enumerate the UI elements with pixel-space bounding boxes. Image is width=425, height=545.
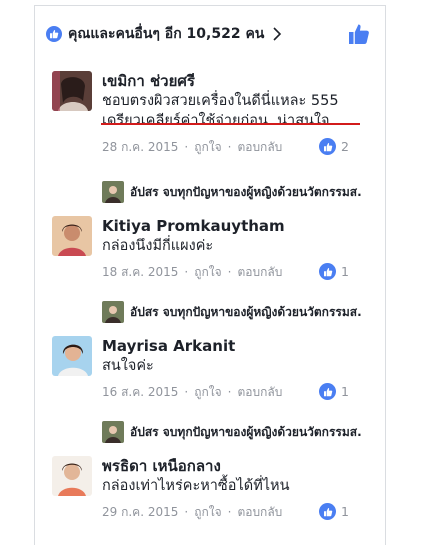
reply-link[interactable]: ตอบกลับ xyxy=(237,503,282,522)
avatar[interactable] xyxy=(52,336,92,376)
comment-text-line: ชอบตรงผิวสวยเครื่องในดีนี่แหละ 555 xyxy=(102,93,339,109)
comment-author[interactable]: Kitiya Promkauytham xyxy=(102,216,382,236)
comment-meta: 28 ก.ค. 2015 · ถูกใจ · ตอบกลับ 2 xyxy=(102,137,382,157)
like-icon xyxy=(319,138,336,155)
comment-date[interactable]: 29 ก.ค. 2015 xyxy=(102,503,178,522)
reaction-count[interactable]: 1 xyxy=(319,263,349,280)
panel-border-top xyxy=(34,5,386,6)
separator-dot: · xyxy=(184,505,189,519)
comment-text-line: กล่องนึงมีกี่แผงค่ะ xyxy=(102,238,214,254)
reply-preview-text: อัปสร จบทุกปัญหาของผู้หญิงด้วยนวัตกรรมส. xyxy=(130,184,362,199)
reply-preview-text: อัปสร จบทุกปัญหาของผู้หญิงด้วยนวัตกรรมส. xyxy=(130,424,362,439)
comment-meta: 29 ก.ค. 2015 · ถูกใจ · ตอบกลับ 1 xyxy=(102,502,382,522)
separator-dot: · xyxy=(227,505,232,519)
like-icon xyxy=(319,503,336,520)
comment-author[interactable]: เขมิกา ช่วยศรี xyxy=(102,71,382,91)
separator-dot: · xyxy=(184,385,189,399)
comment-meta: 16 ส.ค. 2015 · ถูกใจ · ตอบกลับ 1 xyxy=(102,382,382,402)
avatar xyxy=(102,181,124,203)
comment-author[interactable]: Mayrisa Arkanit xyxy=(102,336,382,356)
like-link[interactable]: ถูกใจ xyxy=(194,263,221,282)
reply-preview[interactable]: อัปสร จบทุกปัญหาของผู้หญิงด้วยนวัตกรรมส. xyxy=(102,180,387,204)
comment-item: เขมิกา ช่วยศรี ชอบตรงผิวสวยเครื่องในดีนี… xyxy=(52,71,382,171)
separator-dot: · xyxy=(227,385,232,399)
comment-text-line: เดรียวเคลียร์ค่าใช้จ่ายก่อน. น่าสนใจ xyxy=(102,113,330,129)
reply-preview[interactable]: อัปสร จบทุกปัญหาของผู้หญิงด้วยนวัตกรรมส. xyxy=(102,420,387,444)
separator-dot: · xyxy=(227,265,232,279)
avatar xyxy=(102,301,124,323)
chevron-right-icon[interactable] xyxy=(272,27,282,41)
likes-summary-bar[interactable]: คุณและคนอื่นๆ อีก 10,522 คน xyxy=(46,20,376,48)
like-count: 2 xyxy=(341,139,349,154)
thumbs-up-icon[interactable] xyxy=(348,23,370,45)
panel-border-left xyxy=(34,5,35,545)
like-icon xyxy=(319,263,336,280)
reply-preview-text: อัปสร จบทุกปัญหาของผู้หญิงด้วยนวัตกรรมส. xyxy=(130,304,362,319)
avatar[interactable] xyxy=(52,71,92,111)
like-icon xyxy=(46,26,62,42)
reply-link[interactable]: ตอบกลับ xyxy=(237,138,282,157)
comment-meta: 18 ส.ค. 2015 · ถูกใจ · ตอบกลับ 1 xyxy=(102,262,382,282)
reply-link[interactable]: ตอบกลับ xyxy=(238,263,283,282)
comment-item: Mayrisa Arkanit สนใจค่ะ 16 ส.ค. 2015 · ถ… xyxy=(52,336,382,416)
separator-dot: · xyxy=(184,140,189,154)
reaction-count[interactable]: 1 xyxy=(319,503,349,520)
avatar[interactable] xyxy=(52,456,92,496)
like-count: 1 xyxy=(341,384,349,399)
comment-date[interactable]: 28 ก.ค. 2015 xyxy=(102,138,178,157)
like-count: 1 xyxy=(341,264,349,279)
comment-date[interactable]: 18 ส.ค. 2015 xyxy=(102,263,178,282)
highlight-underline xyxy=(101,123,360,125)
separator-dot: · xyxy=(227,140,232,154)
like-link[interactable]: ถูกใจ xyxy=(194,383,221,402)
panel-border-right xyxy=(385,5,386,545)
comment-item: Kitiya Promkauytham กล่องนึงมีกี่แผงค่ะ … xyxy=(52,216,382,296)
reply-preview[interactable]: อัปสร จบทุกปัญหาของผู้หญิงด้วยนวัตกรรมส. xyxy=(102,300,387,324)
like-icon xyxy=(319,383,336,400)
likes-summary-text: คุณและคนอื่นๆ อีก 10,522 คน xyxy=(68,26,265,42)
comment-author[interactable]: พรธิดา เหนือกลาง xyxy=(102,456,382,476)
reaction-count[interactable]: 1 xyxy=(319,383,349,400)
comment-date[interactable]: 16 ส.ค. 2015 xyxy=(102,383,178,402)
like-count: 1 xyxy=(341,504,349,519)
like-link[interactable]: ถูกใจ xyxy=(194,503,221,522)
comment-text-line: สนใจค่ะ xyxy=(102,358,154,374)
reply-link[interactable]: ตอบกลับ xyxy=(238,383,283,402)
avatar[interactable] xyxy=(52,216,92,256)
avatar xyxy=(102,421,124,443)
reaction-count[interactable]: 2 xyxy=(319,138,349,155)
comment-text-line: กล่องเท่าไหร่คะหาซื้อได้ที่ไหน xyxy=(102,478,290,494)
comment-item: พรธิดา เหนือกลาง กล่องเท่าไหร่คะหาซื้อได… xyxy=(52,456,382,536)
like-link[interactable]: ถูกใจ xyxy=(194,138,221,157)
separator-dot: · xyxy=(184,265,189,279)
